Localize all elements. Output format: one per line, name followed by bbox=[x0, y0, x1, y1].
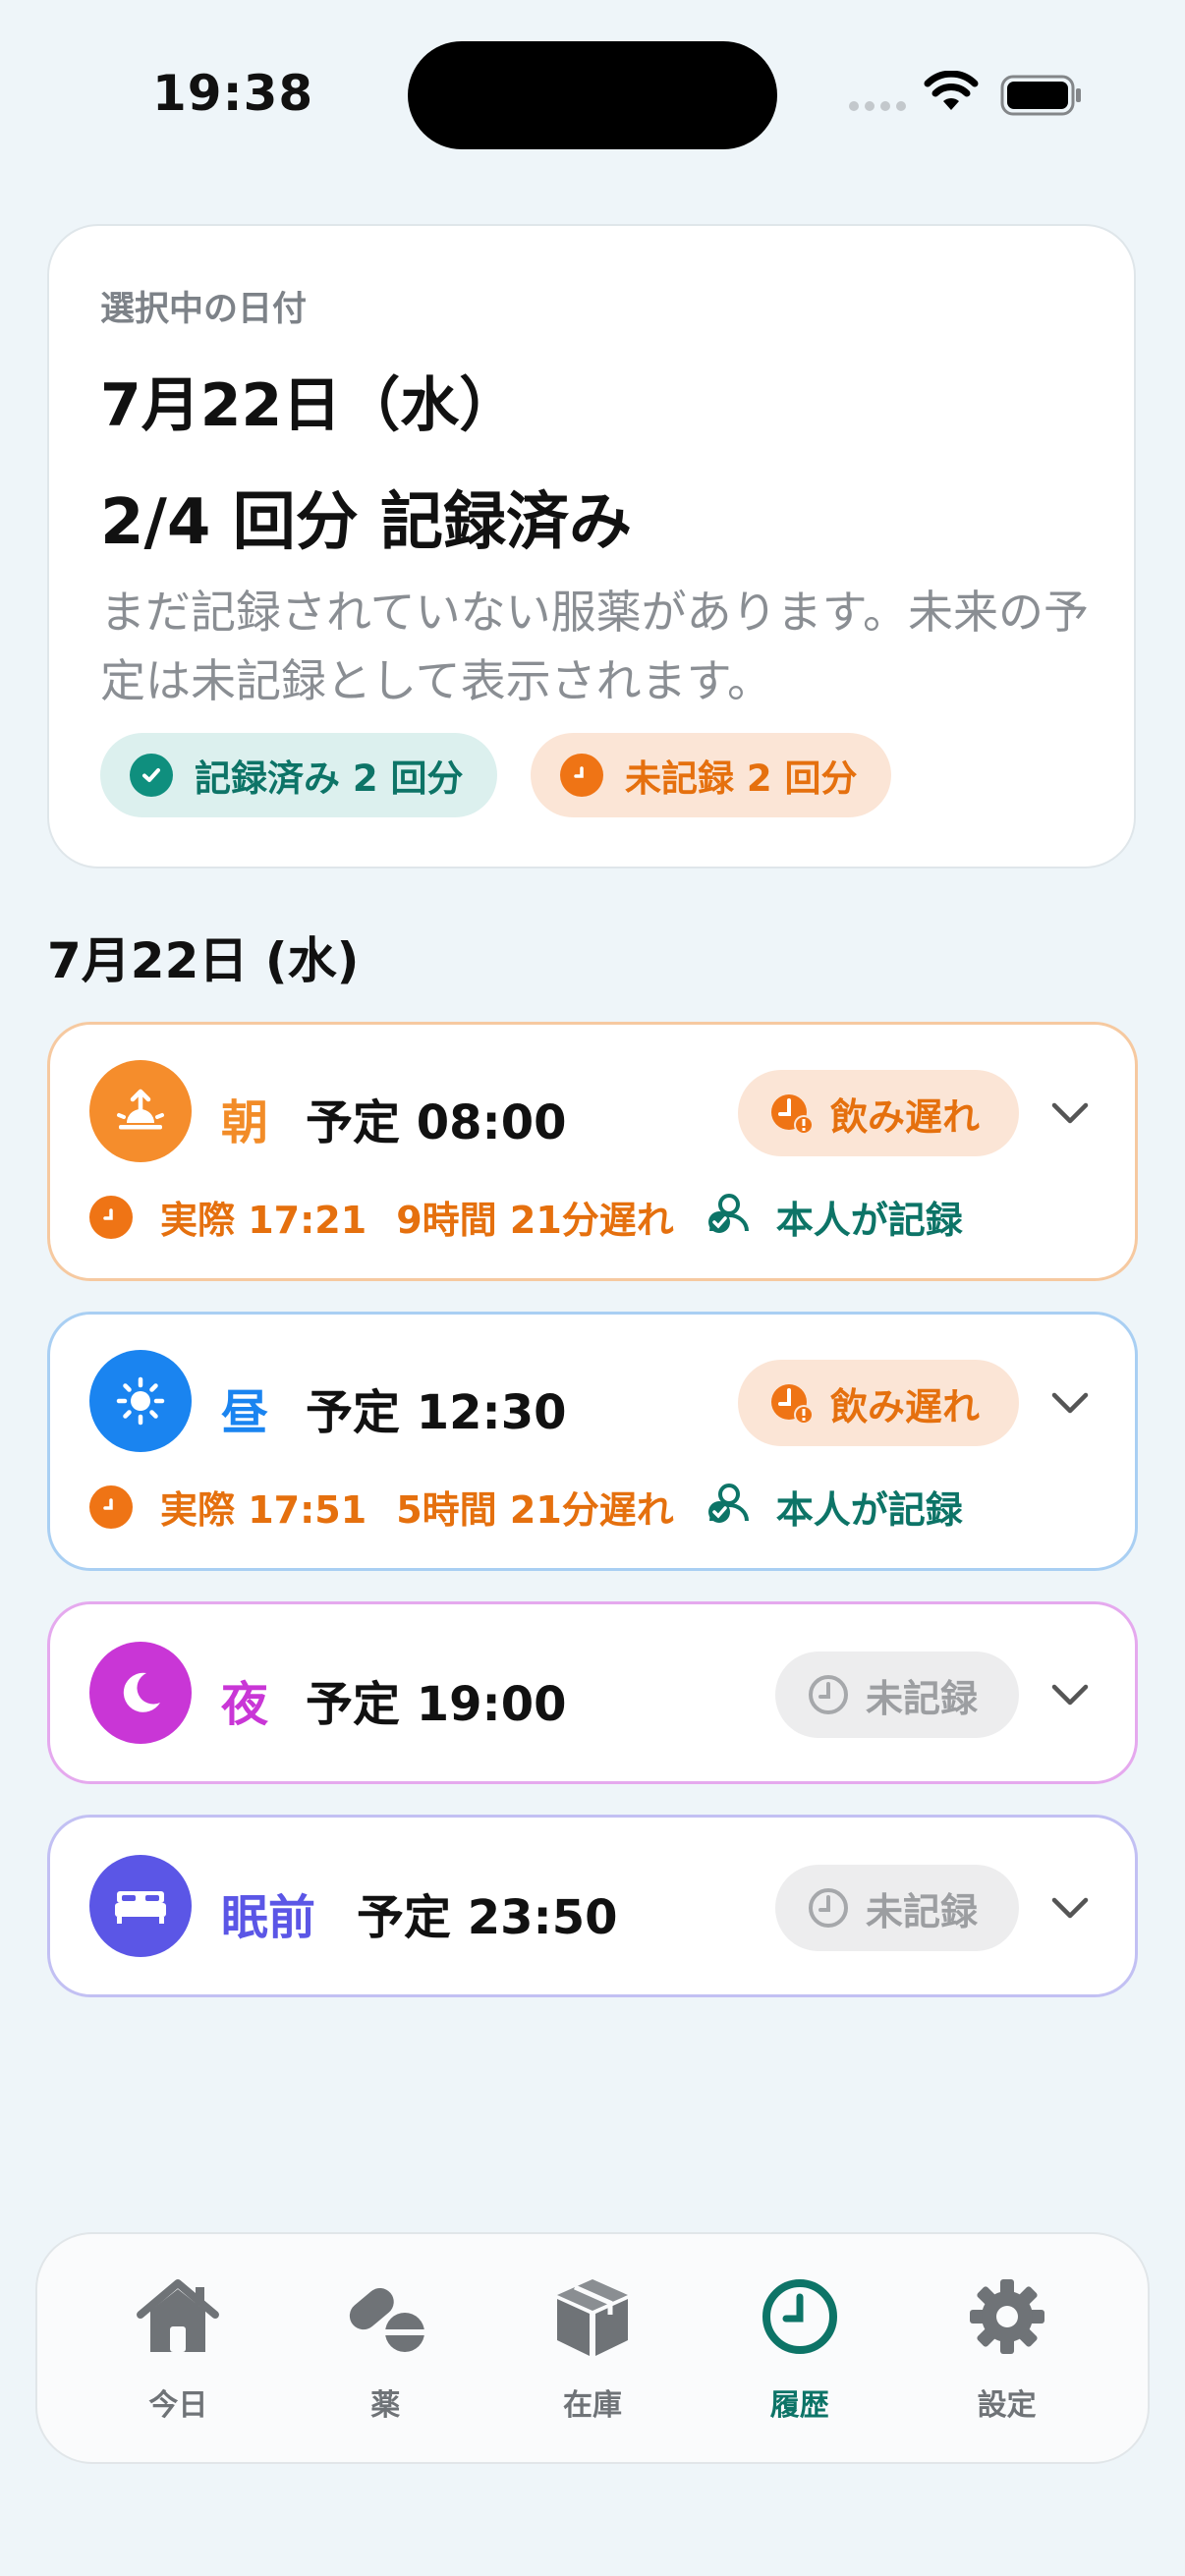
tab-today[interactable]: 今日 bbox=[80, 2272, 276, 2424]
recorded-count-chip: 記録済み 2 回分 bbox=[100, 733, 497, 817]
tab-label: 今日 bbox=[148, 2388, 208, 2423]
person-check-icon bbox=[704, 1190, 755, 1244]
clock-outline-icon bbox=[807, 1886, 850, 1930]
status-badge-unrecorded: 未記録 bbox=[775, 1865, 1019, 1951]
summary-count: 2/4 回分 記録済み bbox=[100, 486, 632, 559]
late-clock-icon bbox=[769, 1380, 815, 1426]
chevron-down-icon[interactable] bbox=[1046, 1379, 1094, 1427]
status-badge-late: 飲み遅れ bbox=[738, 1070, 1019, 1156]
dose-card-bedtime[interactable]: 眠前 予定 23:50 未記録 bbox=[47, 1815, 1138, 1997]
tab-label: 履歴 bbox=[769, 2388, 829, 2423]
dose-name: 夜 bbox=[221, 1677, 269, 1732]
wifi-icon bbox=[924, 71, 979, 110]
dose-scheduled-time: 予定 08:00 bbox=[306, 1095, 567, 1150]
check-icon bbox=[130, 754, 173, 797]
dose-name: 昼 bbox=[221, 1385, 269, 1440]
moon-icon bbox=[89, 1642, 192, 1744]
battery-icon bbox=[1000, 75, 1081, 116]
dose-card-noon[interactable]: 昼 予定 12:30 飲み遅れ 実際 17:51 5時間 21分遅れ 本人が記録 bbox=[47, 1312, 1138, 1571]
dose-name: 朝 bbox=[221, 1095, 269, 1150]
home-icon bbox=[133, 2272, 223, 2361]
dose-scheduled-time: 予定 19:00 bbox=[306, 1677, 567, 1732]
delay-text: 9時間 21分遅れ bbox=[396, 1199, 674, 1242]
unrecorded-count-chip: 未記録 2 回分 bbox=[531, 733, 891, 817]
recorded-by: 本人が記録 bbox=[775, 1199, 963, 1242]
status-label: 飲み遅れ bbox=[830, 1094, 981, 1139]
section-date-heading: 7月22日 (水) bbox=[47, 932, 360, 989]
status-badge-unrecorded: 未記録 bbox=[775, 1652, 1019, 1738]
pills-icon bbox=[340, 2272, 430, 2361]
recorded-count-label: 記録済み 2 回分 bbox=[195, 757, 464, 800]
unrecorded-count-label: 未記録 2 回分 bbox=[625, 757, 858, 800]
late-clock-icon bbox=[769, 1091, 815, 1136]
status-label: 未記録 bbox=[866, 1889, 979, 1933]
recorded-by: 本人が記録 bbox=[775, 1488, 963, 1532]
summary-label: 選択中の日付 bbox=[100, 290, 308, 329]
status-badge-late: 飲み遅れ bbox=[738, 1360, 1019, 1446]
dose-detail-row: 実際 17:21 9時間 21分遅れ 本人が記録 bbox=[89, 1190, 963, 1244]
tab-settings[interactable]: 設定 bbox=[909, 2272, 1105, 2424]
clock-icon bbox=[560, 754, 603, 797]
tab-bar: 今日 薬 在庫 履歴 設定 bbox=[35, 2232, 1150, 2464]
selected-date-summary-card: 選択中の日付 7月22日（水） 2/4 回分 記録済み まだ記録されていない服薬… bbox=[47, 224, 1136, 868]
chevron-down-icon[interactable] bbox=[1046, 1884, 1094, 1932]
gear-icon bbox=[966, 2272, 1048, 2361]
dose-detail-row: 実際 17:51 5時間 21分遅れ 本人が記録 bbox=[89, 1480, 963, 1534]
dynamic-island bbox=[408, 41, 777, 149]
dose-card-night[interactable]: 夜 予定 19:00 未記録 bbox=[47, 1601, 1138, 1784]
clock-outline-icon bbox=[807, 1673, 850, 1716]
tab-label: 在庫 bbox=[562, 2388, 622, 2423]
cellular-signal-icon bbox=[849, 101, 906, 111]
status-label: 飲み遅れ bbox=[830, 1384, 981, 1428]
chevron-down-icon[interactable] bbox=[1046, 1671, 1094, 1718]
tab-inventory[interactable]: 在庫 bbox=[494, 2272, 691, 2424]
tab-label: 設定 bbox=[977, 2388, 1037, 2423]
sunrise-icon bbox=[89, 1060, 192, 1162]
dose-card-morning[interactable]: 朝 予定 08:00 飲み遅れ 実際 17:21 9時間 21分遅れ 本人が記録 bbox=[47, 1022, 1138, 1281]
tab-history[interactable]: 履歴 bbox=[702, 2272, 898, 2424]
person-check-icon bbox=[704, 1480, 755, 1534]
chevron-down-icon[interactable] bbox=[1046, 1090, 1094, 1137]
tab-medicine[interactable]: 薬 bbox=[287, 2272, 483, 2424]
status-bar: 19:38 bbox=[0, 0, 1185, 187]
dose-scheduled-time: 予定 23:50 bbox=[357, 1890, 618, 1945]
clock-icon bbox=[759, 2272, 841, 2361]
dose-scheduled-time: 予定 12:30 bbox=[306, 1385, 567, 1440]
bed-icon bbox=[89, 1855, 192, 1957]
box-icon bbox=[547, 2272, 638, 2361]
tab-label: 薬 bbox=[370, 2388, 401, 2423]
status-label: 未記録 bbox=[866, 1676, 979, 1720]
delay-text: 5時間 21分遅れ bbox=[396, 1488, 674, 1532]
summary-date: 7月22日（水） bbox=[100, 371, 519, 440]
clock-icon bbox=[89, 1484, 133, 1529]
sun-icon bbox=[89, 1350, 192, 1452]
actual-time: 実際 17:21 bbox=[160, 1199, 367, 1242]
dose-name: 眠前 bbox=[221, 1890, 316, 1945]
actual-time: 実際 17:51 bbox=[160, 1488, 367, 1532]
summary-note: まだ記録されていない服薬があります。未来の予定は未記録として表示されます。 bbox=[100, 586, 1090, 707]
clock-icon bbox=[89, 1195, 133, 1239]
status-time: 19:38 bbox=[152, 65, 314, 122]
